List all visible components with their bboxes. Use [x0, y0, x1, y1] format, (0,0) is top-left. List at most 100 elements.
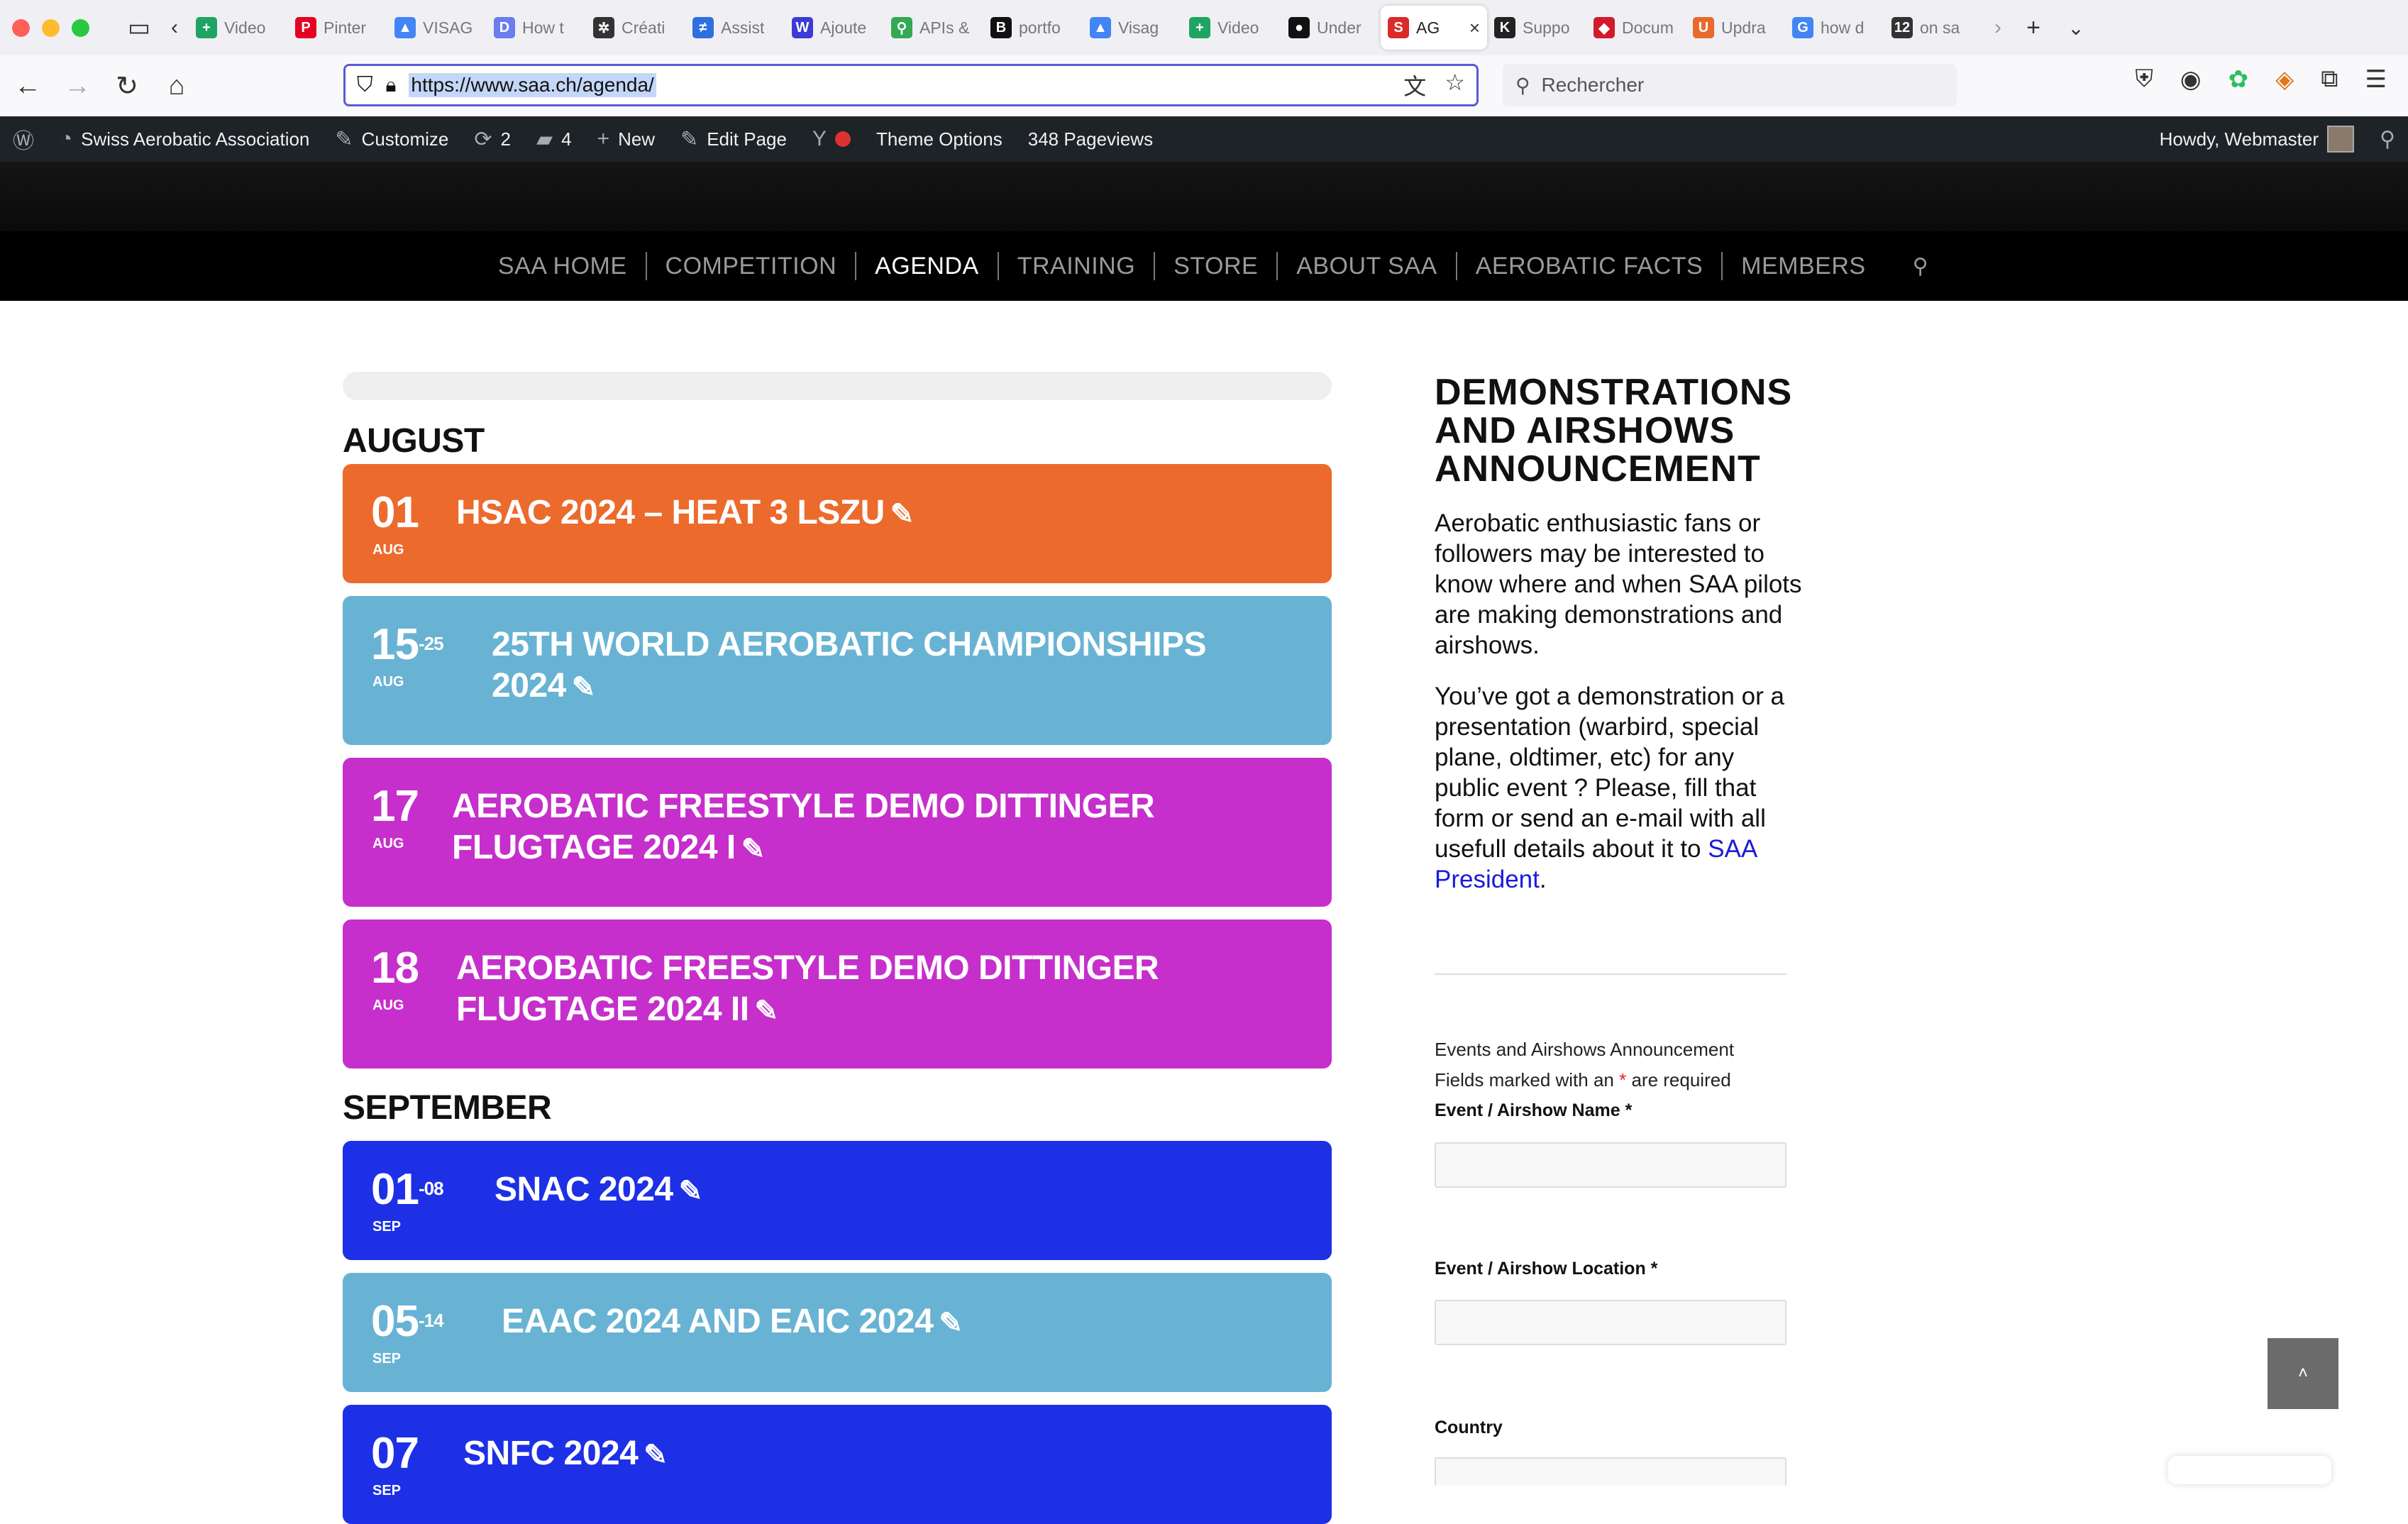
browser-tab[interactable]: ● Under — [1281, 6, 1381, 50]
yoast-seo-link[interactable]: Y — [800, 116, 863, 162]
floating-widget[interactable] — [2168, 1456, 2331, 1484]
event-title[interactable]: SNFC 2024 ✎ — [463, 1433, 1289, 1476]
pocket-icon[interactable]: ⛨ — [2135, 65, 2153, 94]
scroll-tabs-left-icon[interactable]: ‹ — [160, 6, 189, 49]
my-account-link[interactable]: Howdy, Webmaster — [2147, 116, 2367, 162]
agenda-event[interactable]: 17 AUG AEROBATIC FREESTYLE DEMO DITTINGER … — [343, 758, 1332, 907]
menu-item-about-saa[interactable]: ABOUT SAA — [1278, 253, 1456, 280]
edit-pencil-icon[interactable]: ✎ — [679, 1171, 703, 1212]
event-location-input[interactable] — [1435, 1300, 1786, 1345]
comments-link[interactable]: ▰ 4 — [524, 116, 585, 162]
menu-item-store[interactable]: STORE — [1155, 253, 1276, 280]
event-title-text: SNAC 2024 — [495, 1171, 673, 1208]
edit-pencil-icon[interactable]: ✎ — [939, 1303, 963, 1344]
tab-overview-icon[interactable]: ▭ — [118, 6, 160, 49]
event-title[interactable]: SNAC 2024 ✎ — [495, 1169, 1289, 1212]
browser-tab[interactable]: ≠ Assist — [685, 6, 785, 50]
wp-logo[interactable]: Ⓦ — [0, 116, 47, 162]
country-select[interactable] — [1435, 1457, 1786, 1486]
browser-tab[interactable]: Bportfo — [983, 6, 1083, 50]
close-tab-icon[interactable]: × — [1469, 17, 1480, 39]
agenda-event[interactable]: 18 AUG AEROBATIC FREESTYLE DEMO DITTINGER … — [343, 920, 1332, 1069]
event-date: 18 AUG — [371, 946, 419, 1014]
edit-pencil-icon[interactable]: ✎ — [741, 829, 766, 870]
agenda-event[interactable]: 15-25 AUG 25TH WORLD AEROBATIC CHAMPIONSHI… — [343, 596, 1332, 745]
edit-pencil-icon[interactable]: ✎ — [890, 494, 915, 535]
url-bar[interactable]: ⛉ 🔒︎ https://www.saa.ch/agenda/ 文 ☆ — [343, 64, 1479, 106]
edit-pencil-icon[interactable]: ✎ — [644, 1435, 668, 1476]
site-name-link[interactable]: ◔ Swiss Aerobatic Association — [47, 116, 322, 162]
browser-tab[interactable]: + Video — [189, 6, 288, 50]
agenda-event[interactable]: 01 AUG HSAC 2024 – HEAT 3 LSZU ✎ — [343, 464, 1332, 583]
theme-options-link[interactable]: Theme Options — [863, 116, 1015, 162]
translate-icon[interactable]: 文 — [1403, 69, 1426, 101]
event-name-input[interactable] — [1435, 1142, 1786, 1188]
back-to-top-button[interactable]: ˄ — [2268, 1338, 2338, 1409]
menu-item-agenda[interactable]: AGENDA — [856, 253, 998, 280]
edit-page-link[interactable]: ✎ Edit Page — [668, 116, 800, 162]
edit-pencil-icon[interactable]: ✎ — [755, 990, 779, 1032]
edit-pencil-icon[interactable]: ✎ — [572, 667, 596, 708]
admin-search-button[interactable]: ⚲ — [2367, 116, 2408, 162]
lock-icon[interactable]: 🔒︎ — [386, 74, 397, 97]
browser-tab[interactable]: + Video — [1182, 6, 1281, 50]
tab-favicon-icon: ◆ — [1594, 17, 1615, 38]
reload-icon[interactable]: ↻ — [102, 61, 152, 111]
customize-link[interactable]: ✎ Customize — [322, 116, 461, 162]
browser-tab[interactable]: ▲ Visag — [1083, 6, 1182, 50]
browser-tab[interactable]: D How t — [487, 6, 586, 50]
browser-tab[interactable]: S AG × — [1381, 6, 1487, 50]
bookmark-star-icon[interactable]: ☆ — [1445, 69, 1465, 101]
extensions-icon[interactable]: ⧉ — [2321, 65, 2338, 94]
forward-icon[interactable]: → — [53, 61, 102, 111]
tab-favicon-icon: B — [990, 17, 1012, 38]
browser-tab[interactable]: K Suppo — [1487, 6, 1586, 50]
agenda-event[interactable]: 05-14 SEP EAAC 2024 AND EAIC 2024 ✎ — [343, 1273, 1332, 1392]
updates-link[interactable]: ⟳ 2 — [461, 116, 524, 162]
home-icon[interactable]: ⌂ — [152, 61, 201, 111]
menu-item-members[interactable]: MEMBERS — [1723, 253, 1884, 280]
zoom-window-button[interactable] — [72, 18, 89, 37]
event-title[interactable]: 25TH WORLD AEROBATIC CHAMPIONSHIPS 2024 ✎ — [492, 624, 1289, 708]
tracking-shield-icon[interactable]: ⛉ — [357, 73, 373, 97]
agenda-event[interactable]: 01-08 SEP SNAC 2024 ✎ — [343, 1141, 1332, 1260]
browser-tab[interactable]: U Updra — [1686, 6, 1785, 50]
app-menu-icon[interactable]: ☰ — [2365, 65, 2387, 94]
event-title[interactable]: HSAC 2024 – HEAT 3 LSZU ✎ — [456, 492, 1289, 535]
event-title[interactable]: AEROBATIC FREESTYLE DEMO DITTINGER FLUGT… — [456, 948, 1289, 1032]
account-icon[interactable]: ◉ — [2180, 65, 2202, 94]
browser-tab[interactable]: ✲ Créati — [586, 6, 685, 50]
browser-tab[interactable]: W Ajoute — [785, 6, 884, 50]
url-text[interactable]: https://www.saa.ch/agenda/ — [409, 73, 656, 97]
menu-item-saa-home[interactable]: SAA HOME — [480, 253, 646, 280]
menu-item-aerobatic-facts[interactable]: AEROBATIC FACTS — [1457, 253, 1721, 280]
metamask-extension-icon[interactable]: ◈ — [2275, 65, 2294, 94]
browser-tab[interactable]: 12 on sa — [1884, 6, 1984, 50]
browser-tab[interactable]: ▲ VISAG — [387, 6, 487, 50]
event-title[interactable]: AEROBATIC FREESTYLE DEMO DITTINGER FLUGT… — [452, 786, 1289, 870]
scroll-tabs-right-icon[interactable]: › — [1984, 6, 2012, 49]
minimize-window-button[interactable] — [42, 18, 60, 37]
browser-tab[interactable]: P Pinter — [288, 6, 387, 50]
event-title[interactable]: EAAC 2024 AND EAIC 2024 ✎ — [502, 1301, 1289, 1344]
event-month: SEP — [372, 1351, 402, 1366]
tab-favicon-icon: ⚲ — [891, 17, 912, 38]
menu-item-training[interactable]: TRAINING — [999, 253, 1154, 280]
evernote-extension-icon[interactable]: ✿ — [2228, 65, 2249, 94]
event-date: 05-14 SEP — [371, 1300, 444, 1367]
new-content-link[interactable]: + New — [585, 116, 668, 162]
list-all-tabs-icon[interactable]: ⌄ — [2055, 6, 2097, 49]
agenda-event[interactable]: 07 SEP SNFC 2024 ✎ — [343, 1405, 1332, 1524]
search-bar[interactable]: ⚲ Rechercher — [1503, 64, 1957, 106]
menu-item-competition[interactable]: COMPETITION — [647, 253, 856, 280]
divider — [1435, 973, 1786, 975]
menu-search-icon[interactable]: ⚲ — [1913, 254, 1928, 279]
close-window-button[interactable] — [12, 18, 30, 37]
back-icon[interactable]: ← — [3, 61, 53, 111]
event-day-number: 01 — [371, 488, 419, 537]
browser-tab[interactable]: ◆ Docum — [1586, 6, 1686, 50]
browser-tab[interactable]: Ghow d — [1785, 6, 1884, 50]
pageviews-link[interactable]: 348 Pageviews — [1015, 116, 1166, 162]
browser-tab[interactable]: ⚲ APIs & — [884, 6, 983, 50]
new-tab-icon[interactable]: + — [2012, 6, 2055, 49]
